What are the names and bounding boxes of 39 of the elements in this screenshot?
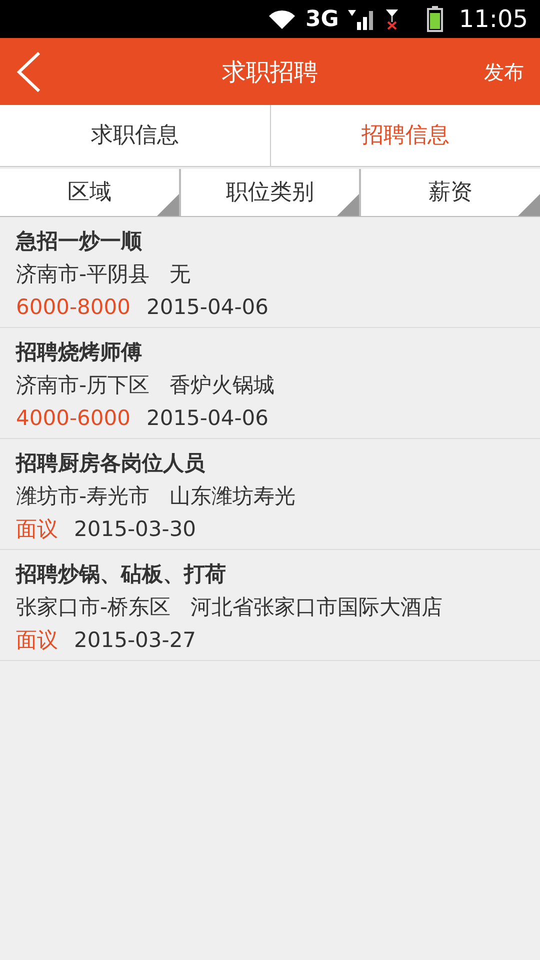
company-name: 无 <box>170 261 191 288</box>
job-location: 张家口市-桥东区 <box>16 594 171 621</box>
job-listing[interactable]: 招聘炒锅、砧板、打荷 张家口市-桥东区 河北省张家口市国际大酒店 面议 2015-03-27 <box>0 550 540 661</box>
wifi-icon <box>267 8 298 30</box>
filter-dropdown[interactable]: 薪资 <box>361 169 540 216</box>
job-location: 济南市-历下区 <box>16 372 150 399</box>
filter-dropdown[interactable]: 职位类别 <box>180 169 360 216</box>
page-title: 求职招聘 <box>222 56 318 88</box>
battery-icon <box>426 6 443 32</box>
salary: 面议 <box>16 516 58 543</box>
back-icon <box>16 50 42 92</box>
job-location: 济南市-平阴县 <box>16 261 150 288</box>
job-listing[interactable]: 招聘厨房各岗位人员 潍坊市-寿光市 山东潍坊寿光 面议 2015-03-30 <box>0 439 540 550</box>
job-title: 招聘烧烤师傅 <box>16 339 143 366</box>
job-listing[interactable]: 急招一炒一顺 济南市-平阴县 无 6000-8000 2015-04-06 <box>0 217 540 328</box>
filter-dropdown[interactable]: 区域 <box>0 169 179 216</box>
post-date: 2015-04-06 <box>146 405 269 432</box>
salary: 4000-6000 <box>16 405 130 432</box>
salary: 6000-8000 <box>16 294 130 321</box>
job-location: 潍坊市-寿光市 <box>16 483 150 510</box>
company-name: 河北省张家口市国际大酒店 <box>190 594 443 621</box>
job-title: 急招一炒一顺 <box>16 228 143 255</box>
salary: 面议 <box>16 627 58 654</box>
post-date: 2015-03-27 <box>74 627 196 654</box>
tab[interactable]: 求职信息 <box>0 105 270 166</box>
tab[interactable]: 招聘信息 <box>270 105 540 166</box>
corner-triangle-icon <box>518 194 540 216</box>
network-label: 3G <box>305 6 339 34</box>
job-title: 招聘炒锅、砧板、打荷 <box>16 561 227 588</box>
post-date: 2015-03-30 <box>74 516 196 543</box>
company-name: 香炉火锅城 <box>170 372 275 399</box>
corner-triangle-icon <box>337 194 360 216</box>
corner-triangle-icon <box>156 194 179 216</box>
job-title: 招聘厨房各岗位人员 <box>16 450 206 477</box>
publish-button[interactable]: 发布 <box>484 56 524 86</box>
clock-time: 11:05 <box>458 4 528 35</box>
company-name: 山东潍坊寿光 <box>170 483 296 510</box>
job-listing[interactable]: 招聘烧烤师傅 济南市-历下区 香炉火锅城 4000-6000 2015-04-06 <box>0 328 540 439</box>
post-date: 2015-04-06 <box>146 294 269 321</box>
